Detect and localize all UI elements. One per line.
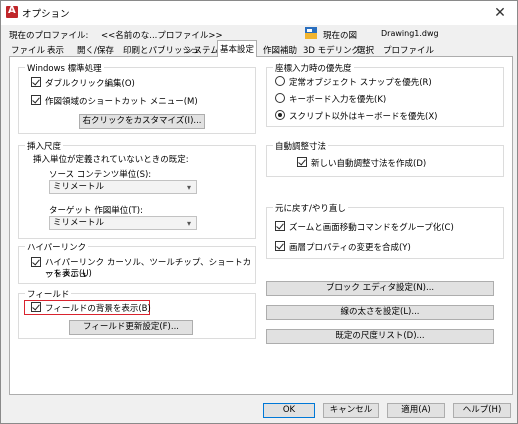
- group-title: 座標入力時の優先度: [273, 62, 354, 74]
- chevron-down-icon: ▾: [186, 183, 191, 192]
- insertion-scale-group: 挿入尺度 挿入単位が定義されていないときの既定: ソース コンテンツ単位(S):…: [18, 140, 256, 239]
- hyperlink-label-line2: ーを表示(U): [45, 269, 92, 279]
- window-title: オプション: [22, 9, 70, 20]
- drawing-value: Drawing1.dwg: [381, 29, 439, 38]
- tab-files[interactable]: ファイル: [9, 42, 47, 57]
- double-click-checkbox[interactable]: [31, 77, 41, 87]
- combine-layer-changes-checkbox[interactable]: [275, 241, 285, 251]
- tab-system[interactable]: システム: [183, 42, 221, 57]
- default-scale-list-button[interactable]: 既定の尺度リスト(D)...: [266, 329, 494, 344]
- chevron-down-icon: ▾: [186, 219, 191, 228]
- group-title: Windows 標準処理: [25, 62, 104, 74]
- keyboard-priority-label: キーボード入力を優先(K): [289, 95, 387, 105]
- coordinate-priority-group: 座標入力時の優先度 定常オブジェクト スナップを優先(R) キーボード入力を優先…: [266, 62, 504, 127]
- keyboard-except-scripts-label: スクリプト以外はキーボードを優先(X): [289, 112, 438, 122]
- profile-value: <<名前のな...プロファイル>>: [101, 31, 223, 41]
- group-title: フィールド: [25, 288, 72, 300]
- tab-drafting[interactable]: 作図補助: [261, 42, 299, 57]
- customize-right-click-button[interactable]: 右クリックをカスタマイズ(I)...: [79, 114, 205, 129]
- source-units-select[interactable]: ミリメートル ▾: [49, 180, 197, 194]
- shortcut-menu-label: 作図領域のショートカット メニュー(M): [45, 97, 198, 107]
- undo-redo-group: 元に戻す/やり直し ズームと画面移動コマンドをグループ化(C) 画層プロパティの…: [266, 202, 504, 259]
- tab-display[interactable]: 表示: [45, 42, 66, 57]
- field-group: フィールド フィールドの背景を表示(B) フィールド更新設定(F)...: [18, 288, 256, 339]
- associative-dimension-label: 新しい自動調整寸法を作成(D): [311, 159, 427, 169]
- field-update-settings-button[interactable]: フィールド更新設定(F)...: [69, 320, 193, 335]
- hyperlink-group: ハイパーリンク ハイパーリンク カーソル、ツールチップ、ショートカットメニュ ー…: [18, 241, 256, 284]
- source-units-label: ソース コンテンツ単位(S):: [49, 170, 152, 180]
- combine-zoom-pan-label: ズームと画面移動コマンドをグループ化(C): [289, 223, 454, 233]
- insertion-scale-subtitle: 挿入単位が定義されていないときの既定:: [33, 155, 189, 165]
- keyboard-except-scripts-radio[interactable]: [275, 110, 285, 120]
- combine-layer-changes-label: 画層プロパティの変更を合成(Y): [289, 243, 411, 253]
- group-title: 元に戻す/やり直し: [273, 202, 348, 214]
- combine-zoom-pan-checkbox[interactable]: [275, 221, 285, 231]
- tab-user-preferences[interactable]: 基本設定: [217, 40, 258, 57]
- tab-strip: ファイル 表示 開く/保存 印刷とパブリッシュ システム 基本設定 作図補助 3…: [9, 40, 513, 57]
- group-title: 挿入尺度: [25, 140, 64, 152]
- title-bar[interactable]: オプション ✕: [1, 1, 517, 25]
- field-background-label: フィールドの背景を表示(B): [45, 304, 151, 314]
- drawing-label: 現在の図: [323, 31, 358, 41]
- ok-button[interactable]: OK: [263, 403, 315, 418]
- field-background-checkbox[interactable]: [31, 302, 41, 312]
- target-units-label: ターゲット 作図単位(T):: [49, 206, 143, 216]
- target-units-select[interactable]: ミリメートル ▾: [49, 216, 197, 230]
- group-title: ハイパーリンク: [25, 241, 89, 253]
- profile-label: 現在のプロファイル:: [9, 31, 89, 41]
- double-click-label: ダブルクリック編集(O): [45, 79, 135, 89]
- associative-dimension-checkbox[interactable]: [297, 157, 307, 167]
- block-editor-settings-button[interactable]: ブロック エディタ設定(N)...: [266, 281, 494, 296]
- tab-profiles[interactable]: プロファイル: [381, 42, 436, 57]
- options-dialog: オプション ✕ 現在のプロファイル: <<名前のな...プロファイル>> 現在の…: [0, 0, 518, 424]
- target-units-value: ミリメートル: [53, 218, 105, 228]
- keyboard-priority-radio[interactable]: [275, 93, 285, 103]
- windows-standard-group: Windows 標準処理 ダブルクリック編集(O) 作図領域のショートカット メ…: [18, 62, 256, 134]
- hyperlink-checkbox[interactable]: [31, 257, 41, 267]
- tab-3d-modeling[interactable]: 3D モデリング: [301, 42, 362, 57]
- help-button[interactable]: ヘルプ(H): [453, 403, 511, 418]
- tab-open-save[interactable]: 開く/保存: [75, 42, 116, 57]
- osnap-priority-label: 定常オブジェクト スナップを優先(R): [289, 78, 432, 88]
- group-title: 自動調整寸法: [273, 140, 329, 152]
- osnap-priority-radio[interactable]: [275, 76, 285, 86]
- close-button[interactable]: ✕: [485, 3, 515, 23]
- tab-panel: Windows 標準処理 ダブルクリック編集(O) 作図領域のショートカット メ…: [9, 56, 513, 395]
- lineweight-settings-button[interactable]: 線の太さを設定(L)...: [266, 305, 494, 320]
- apply-button[interactable]: 適用(A): [387, 403, 445, 418]
- autocad-app-icon: [6, 5, 18, 18]
- cancel-button[interactable]: キャンセル: [323, 403, 379, 418]
- shortcut-menu-checkbox[interactable]: [31, 95, 41, 105]
- associative-dimension-group: 自動調整寸法 新しい自動調整寸法を作成(D): [266, 140, 504, 177]
- drawing-file-icon: [305, 27, 317, 39]
- profile-row: 現在のプロファイル: <<名前のな...プロファイル>> 現在の図 Drawin…: [9, 27, 509, 41]
- tab-selection[interactable]: 選択: [355, 42, 376, 57]
- source-units-value: ミリメートル: [53, 182, 105, 192]
